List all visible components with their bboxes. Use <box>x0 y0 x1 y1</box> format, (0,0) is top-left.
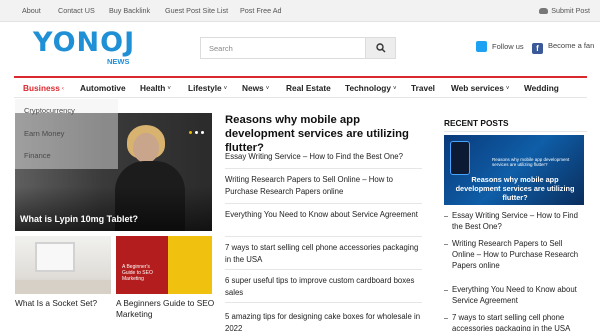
chevron-down-icon: ˅ <box>265 86 270 92</box>
card-title-socket-set[interactable]: What Is a Socket Set? <box>15 298 111 309</box>
nav-label: Automotive <box>80 83 126 93</box>
nav-item-web-services[interactable]: Web services ˅ <box>451 83 509 93</box>
chevron-down-icon: ˅ <box>167 86 171 92</box>
twitter-icon <box>476 41 487 52</box>
nav-item-automotive[interactable]: Automotive <box>80 83 126 93</box>
nav-label: Technology <box>345 83 391 93</box>
dropdown-item-earn-money[interactable]: Earn Money <box>24 129 64 138</box>
chevron-down-icon: ˅ <box>505 86 510 92</box>
recent-post-link[interactable]: Essay Writing Service – How to Find the … <box>452 210 587 232</box>
chevron-down-icon: ‹ <box>61 86 64 92</box>
nav-label: Business <box>23 83 60 93</box>
hero-title[interactable]: What is Lypin 10mg Tablet? <box>20 214 138 224</box>
topbar-link-buy-backlink[interactable]: Buy Backlink <box>109 6 150 15</box>
business-dropdown-menu: Cryptocurrency Earn Money Finance <box>15 99 118 169</box>
facebook-fan-link[interactable]: f Become a fan <box>532 41 594 54</box>
card-thumbnail-socket-set[interactable] <box>15 236 111 294</box>
facebook-label: Become a fan <box>548 41 595 50</box>
topbar-link-about[interactable]: About <box>22 6 41 15</box>
dropdown-item-cryptocurrency[interactable]: Cryptocurrency <box>24 106 75 115</box>
dropdown-item-finance[interactable]: Finance <box>24 151 51 160</box>
divider <box>225 236 422 237</box>
nav-label: Health <box>140 83 166 93</box>
logo-main-text: YONOJ <box>33 27 136 58</box>
nav-label: Web services <box>451 83 504 93</box>
twitter-follow-link[interactable]: Follow us <box>476 41 524 52</box>
article-link[interactable]: 5 amazing tips for designing cake boxes … <box>225 311 425 331</box>
nav-item-real-estate[interactable]: Real Estate <box>286 83 331 93</box>
article-link[interactable]: Essay Writing Service – How to Find the … <box>225 151 425 163</box>
article-link[interactable]: Writing Research Papers to Sell Online –… <box>225 174 425 197</box>
article-link[interactable]: 6 super useful tips to improve custom ca… <box>225 275 425 298</box>
search-box <box>200 37 396 59</box>
nav-item-business[interactable]: Business ‹ <box>23 83 64 93</box>
nav-item-lifestyle[interactable]: Lifestyle ˅ <box>188 83 227 93</box>
top-bar: About Contact US Buy Backlink Guest Post… <box>0 0 600 22</box>
divider <box>225 269 422 270</box>
divider <box>444 131 587 132</box>
recent-featured-title[interactable]: Reasons why mobile app development servi… <box>448 175 582 202</box>
recent-posts-heading: RECENT POSTS <box>444 118 509 128</box>
topbar-link-post-free-ad[interactable]: Post Free Ad <box>240 6 282 15</box>
thumbnail-text: A Beginner's Guide to SEO Marketing <box>122 264 153 282</box>
recent-post-link[interactable]: 7 ways to start selling cell phone acces… <box>452 312 587 331</box>
article-link[interactable]: 7 ways to start selling cell phone acces… <box>225 242 425 265</box>
nav-label: News <box>242 83 264 93</box>
card-title-seo[interactable]: A Beginners Guide to SEO Marketing <box>116 298 216 320</box>
twitter-label: Follow us <box>492 42 524 51</box>
recent-post-link[interactable]: Writing Research Papers to Sell Online –… <box>452 238 587 271</box>
recent-featured-mini-text: Reasons why mobile app development servi… <box>492 157 570 167</box>
nav-label: Real Estate <box>286 83 331 93</box>
slider-dots[interactable] <box>186 121 204 139</box>
divider <box>225 302 422 303</box>
nav-item-wedding[interactable]: Wedding <box>524 83 559 93</box>
card-thumbnail-seo[interactable]: A Beginner's Guide to SEO Marketing <box>116 236 212 294</box>
divider <box>225 168 422 169</box>
recent-featured-post[interactable]: Reasons why mobile app development servi… <box>444 135 584 205</box>
nav-item-technology[interactable]: Technology ˅ <box>345 83 396 93</box>
chevron-down-icon: ˅ <box>223 86 228 92</box>
topbar-link-contact[interactable]: Contact US <box>58 6 95 15</box>
nav-label: Wedding <box>524 83 559 93</box>
main-nav: Business ‹ Automotive Health ˅ Lifestyle ˅ … <box>14 76 587 98</box>
logo-wordmark: YONOJ <box>33 28 135 58</box>
submit-post-link[interactable]: Submit Post <box>539 6 590 15</box>
nav-label: Travel <box>411 83 435 93</box>
search-input[interactable] <box>201 38 366 58</box>
divider <box>225 203 422 204</box>
main-headline[interactable]: Reasons why mobile app development servi… <box>225 113 425 155</box>
logo-sub-text: NEWS <box>107 57 130 66</box>
search-icon <box>376 43 386 53</box>
search-button[interactable] <box>365 38 395 58</box>
site-logo[interactable]: YONOJ NEWS <box>33 26 153 72</box>
recent-post-link[interactable]: Everything You Need to Know about Servic… <box>452 284 587 306</box>
topbar-link-guest-post[interactable]: Guest Post Site List <box>165 6 228 15</box>
nav-label: Lifestyle <box>188 83 222 93</box>
recent-featured-image <box>450 141 470 175</box>
submit-post-label: Submit Post <box>551 6 590 15</box>
cloud-upload-icon <box>539 8 549 14</box>
chevron-down-icon: ˅ <box>392 86 397 92</box>
nav-item-travel[interactable]: Travel <box>411 83 435 93</box>
nav-item-health[interactable]: Health ˅ <box>140 83 171 93</box>
article-link[interactable]: Everything You Need to Know about Servic… <box>225 209 425 221</box>
facebook-icon: f <box>532 43 543 54</box>
nav-item-news[interactable]: News ˅ <box>242 83 269 93</box>
